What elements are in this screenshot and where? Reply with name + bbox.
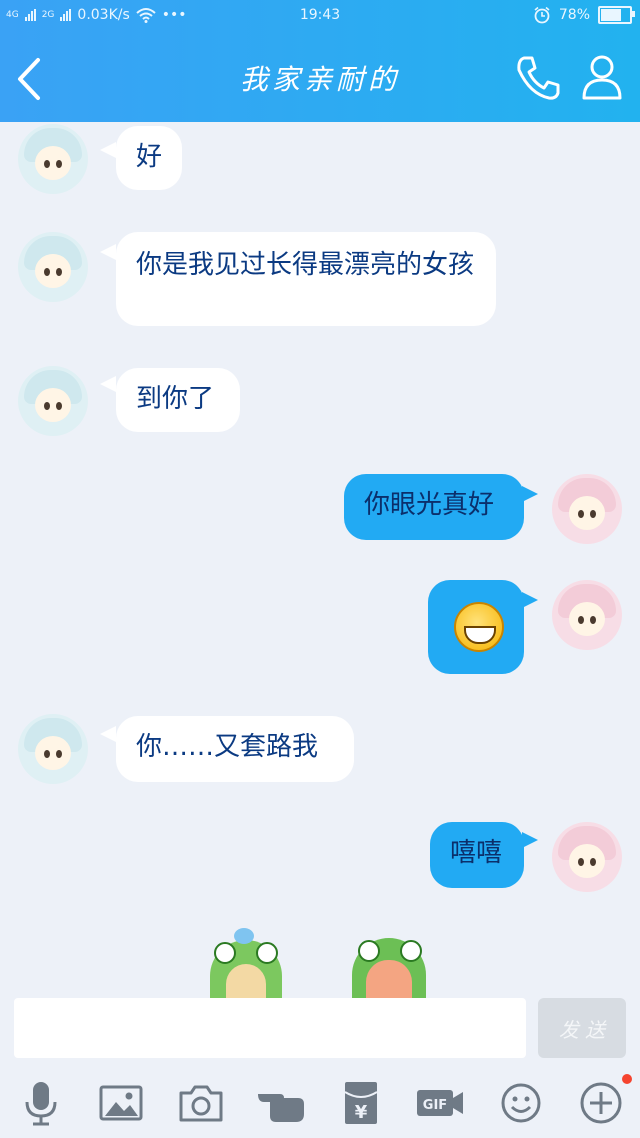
camera-icon <box>179 1085 223 1122</box>
red-packet-icon: ¥ <box>344 1082 378 1124</box>
message-bubble-outgoing[interactable]: 你眼光真好 <box>344 474 524 540</box>
image-button[interactable] <box>96 1078 146 1128</box>
poke-button[interactable] <box>256 1078 306 1128</box>
message-text: 到你了 <box>136 384 215 414</box>
input-toolbar: ¥ GIF <box>0 1068 640 1138</box>
battery-percent: 78% <box>558 7 590 23</box>
battery-icon <box>598 6 635 24</box>
send-button[interactable]: 发 送 <box>538 998 626 1058</box>
message-bubble-outgoing[interactable] <box>428 580 524 674</box>
my-avatar[interactable] <box>552 822 622 892</box>
notification-dot <box>622 1074 632 1084</box>
emoji-icon <box>501 1083 541 1123</box>
red-packet-label: ¥ <box>355 1102 368 1123</box>
chat-header: 我家亲耐的 <box>0 36 640 122</box>
my-avatar[interactable] <box>552 474 622 544</box>
contact-avatar[interactable] <box>18 714 88 784</box>
message-bubble-outgoing[interactable]: 嘻嘻 <box>430 822 524 888</box>
frog-sticker-left[interactable] <box>210 928 282 998</box>
profile-button[interactable] <box>578 52 626 102</box>
image-icon <box>99 1085 143 1121</box>
message-bubble-incoming[interactable]: 你是我见过长得最漂亮的女孩 <box>116 232 496 326</box>
microphone-icon <box>25 1082 57 1126</box>
gif-button[interactable]: GIF <box>416 1078 466 1128</box>
phone-icon <box>517 56 560 100</box>
message-text: 你是我见过长得最漂亮的女孩 <box>136 250 475 280</box>
voice-button[interactable] <box>16 1078 66 1128</box>
call-button[interactable] <box>512 52 564 104</box>
poke-hand-icon <box>258 1094 304 1122</box>
grinning-face-emoji-icon <box>454 602 504 652</box>
gif-label: GIF <box>423 1098 447 1113</box>
status-right: 78% <box>533 6 635 24</box>
person-icon <box>582 55 622 100</box>
more-button[interactable] <box>576 1078 626 1128</box>
message-text: 你……又套路我 <box>136 732 319 762</box>
message-input[interactable] <box>14 998 526 1058</box>
contact-avatar[interactable] <box>18 366 88 436</box>
status-bar: 4G 2G 0.03K/s ••• 19:43 78% <box>0 0 640 36</box>
message-bubble-incoming[interactable]: 好 <box>116 126 182 190</box>
message-text: 好 <box>136 142 163 172</box>
contact-avatar[interactable] <box>18 232 88 302</box>
message-bubble-incoming[interactable]: 到你了 <box>116 368 240 432</box>
battery-fill <box>601 9 621 21</box>
alarm-icon <box>534 6 550 24</box>
composer: 发 送 <box>0 998 640 1068</box>
message-text: 你眼光真好 <box>364 490 495 520</box>
emoji-button[interactable] <box>496 1078 546 1128</box>
contact-avatar[interactable] <box>18 124 88 194</box>
plus-icon <box>580 1082 622 1124</box>
red-packet-button[interactable]: ¥ <box>336 1078 386 1128</box>
frog-sticker-right[interactable] <box>352 938 426 998</box>
gif-icon: GIF <box>417 1090 463 1116</box>
camera-button[interactable] <box>176 1078 226 1128</box>
message-text: 嘻嘻 <box>450 838 503 868</box>
message-bubble-incoming[interactable]: 你……又套路我 <box>116 716 354 782</box>
my-avatar[interactable] <box>552 580 622 650</box>
